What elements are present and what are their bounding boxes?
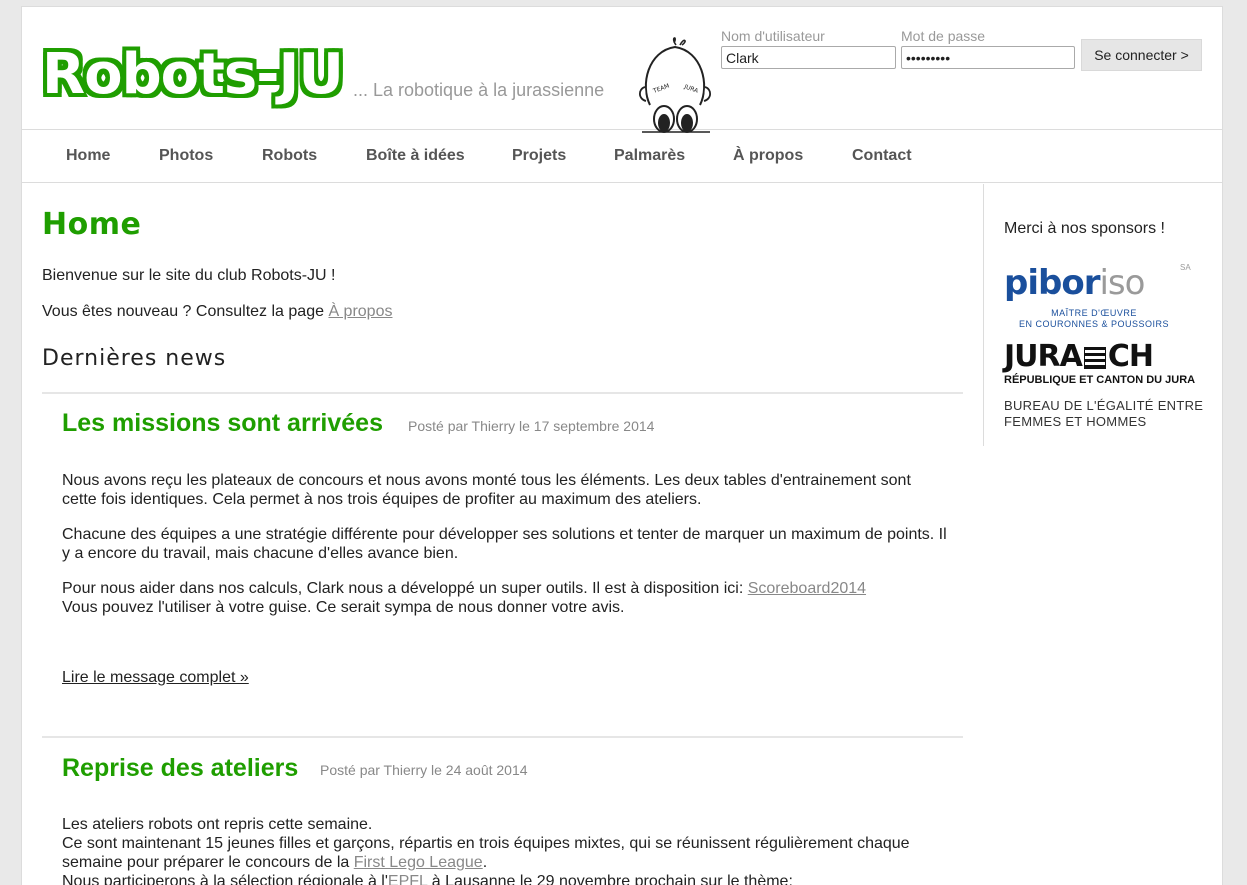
news-heading: Dernières news bbox=[42, 346, 227, 371]
jura-line3: FEMMES ET HOMMES bbox=[1004, 414, 1147, 429]
username-label: Nom d'utilisateur bbox=[721, 28, 825, 44]
post-paragraph: Chacune des équipes a une stratégie diff… bbox=[62, 526, 947, 562]
site-tagline: ... La robotique à la jurassienne bbox=[353, 80, 605, 100]
post-line: Ce sont maintenant 15 jeunes filles et g… bbox=[62, 835, 910, 852]
nav-item-home[interactable]: Home bbox=[66, 147, 110, 165]
post-meta: Posté par Thierry le 24 août 2014 bbox=[320, 762, 528, 778]
nav-item-a-propos[interactable]: À propos bbox=[733, 147, 803, 165]
nav-item-projets[interactable]: Projets bbox=[512, 147, 566, 165]
new-visitor-prefix: Vous êtes nouveau ? Consultez la page bbox=[42, 303, 329, 320]
post-line: Nous participerons à la sélection région… bbox=[62, 873, 388, 885]
nav-item-boite-a-idees[interactable]: Boîte à idées bbox=[366, 147, 465, 165]
mascot-logo: TEAM JURA bbox=[638, 37, 712, 133]
epfl-link[interactable]: EPFL bbox=[388, 873, 427, 885]
post-paragraph: Pour nous aider dans nos calculs, Clark … bbox=[62, 579, 947, 617]
login-button[interactable]: Se connecter > bbox=[1081, 39, 1202, 71]
jura-name: JURA bbox=[1004, 339, 1083, 374]
post-line: . bbox=[482, 854, 488, 871]
page-container: Robots-JU ... La robotique à la jurassie… bbox=[21, 6, 1223, 885]
site-header: Robots-JU ... La robotique à la jurassie… bbox=[22, 7, 1222, 133]
password-label: Mot de passe bbox=[901, 28, 986, 44]
sponsor-heading: Merci à nos sponsors ! bbox=[1004, 220, 1165, 237]
post-paragraph: Les ateliers robots ont repris cette sem… bbox=[62, 815, 947, 885]
scoreboard-link[interactable]: Scoreboard2014 bbox=[748, 580, 866, 597]
post-title[interactable]: Les missions sont arrivées bbox=[62, 409, 383, 438]
main-nav: Home Photos Robots Boîte à idées Projets… bbox=[22, 131, 1222, 183]
post-meta: Posté par Thierry le 17 septembre 2014 bbox=[408, 418, 655, 434]
post-line: Les ateliers robots ont repris cette sem… bbox=[62, 816, 373, 833]
username-input[interactable] bbox=[721, 46, 896, 69]
post-paragraph: Nous avons reçu les plateaux de concours… bbox=[62, 472, 911, 508]
pibor-line2: EN COURONNES & POUSSOIRS bbox=[1018, 319, 1170, 329]
site-logo[interactable]: Robots-JU bbox=[42, 45, 344, 105]
a-propos-link[interactable]: À propos bbox=[328, 303, 392, 320]
sponsor-pibor-iso[interactable]: piboriso SA MAÎTRE D'ŒUVRE EN COURONNES … bbox=[1004, 263, 1194, 331]
iso-name: iso bbox=[1099, 263, 1145, 303]
divider bbox=[42, 392, 963, 394]
ch-name: CH bbox=[1107, 339, 1154, 374]
read-more-link[interactable]: Lire le message complet » bbox=[62, 668, 947, 687]
post-text-span: Pour nous aider dans nos calculs, Clark … bbox=[62, 580, 748, 597]
nav-item-photos[interactable]: Photos bbox=[159, 147, 213, 165]
sidebar-divider bbox=[983, 184, 984, 446]
sponsor-jura[interactable]: JURA CH RÉPUBLIQUE ET CANTON DU JURA BURE… bbox=[1004, 339, 1203, 431]
divider bbox=[42, 736, 963, 738]
post-title[interactable]: Reprise des ateliers bbox=[62, 754, 298, 783]
post-line: à Lausanne le 29 novembre prochain sur l… bbox=[427, 873, 793, 885]
jura-crest-icon bbox=[1083, 346, 1106, 369]
jura-line2: BUREAU DE L'ÉGALITÉ ENTRE bbox=[1004, 398, 1204, 413]
page-title: Home bbox=[42, 207, 142, 242]
first-lego-league-link[interactable]: First Lego League bbox=[354, 854, 483, 871]
password-input[interactable] bbox=[901, 46, 1075, 69]
nav-item-palmares[interactable]: Palmarès bbox=[614, 147, 685, 165]
welcome-text: Bienvenue sur le site du club Robots-JU … bbox=[42, 267, 336, 284]
pibor-line1: MAÎTRE D'ŒUVRE bbox=[1051, 308, 1137, 318]
nav-item-robots[interactable]: Robots bbox=[262, 147, 317, 165]
post-text-span: Vous pouvez l'utiliser à votre guise. Ce… bbox=[62, 599, 625, 616]
sa-suffix: SA bbox=[1180, 263, 1191, 272]
new-visitor-text: Vous êtes nouveau ? Consultez la page À … bbox=[42, 303, 392, 321]
jura-line1: RÉPUBLIQUE ET CANTON DU JURA bbox=[1004, 374, 1196, 386]
post-line: semaine pour préparer le concours de la bbox=[62, 854, 354, 871]
pibor-name: pibor bbox=[1004, 263, 1100, 303]
nav-item-contact[interactable]: Contact bbox=[852, 147, 912, 165]
